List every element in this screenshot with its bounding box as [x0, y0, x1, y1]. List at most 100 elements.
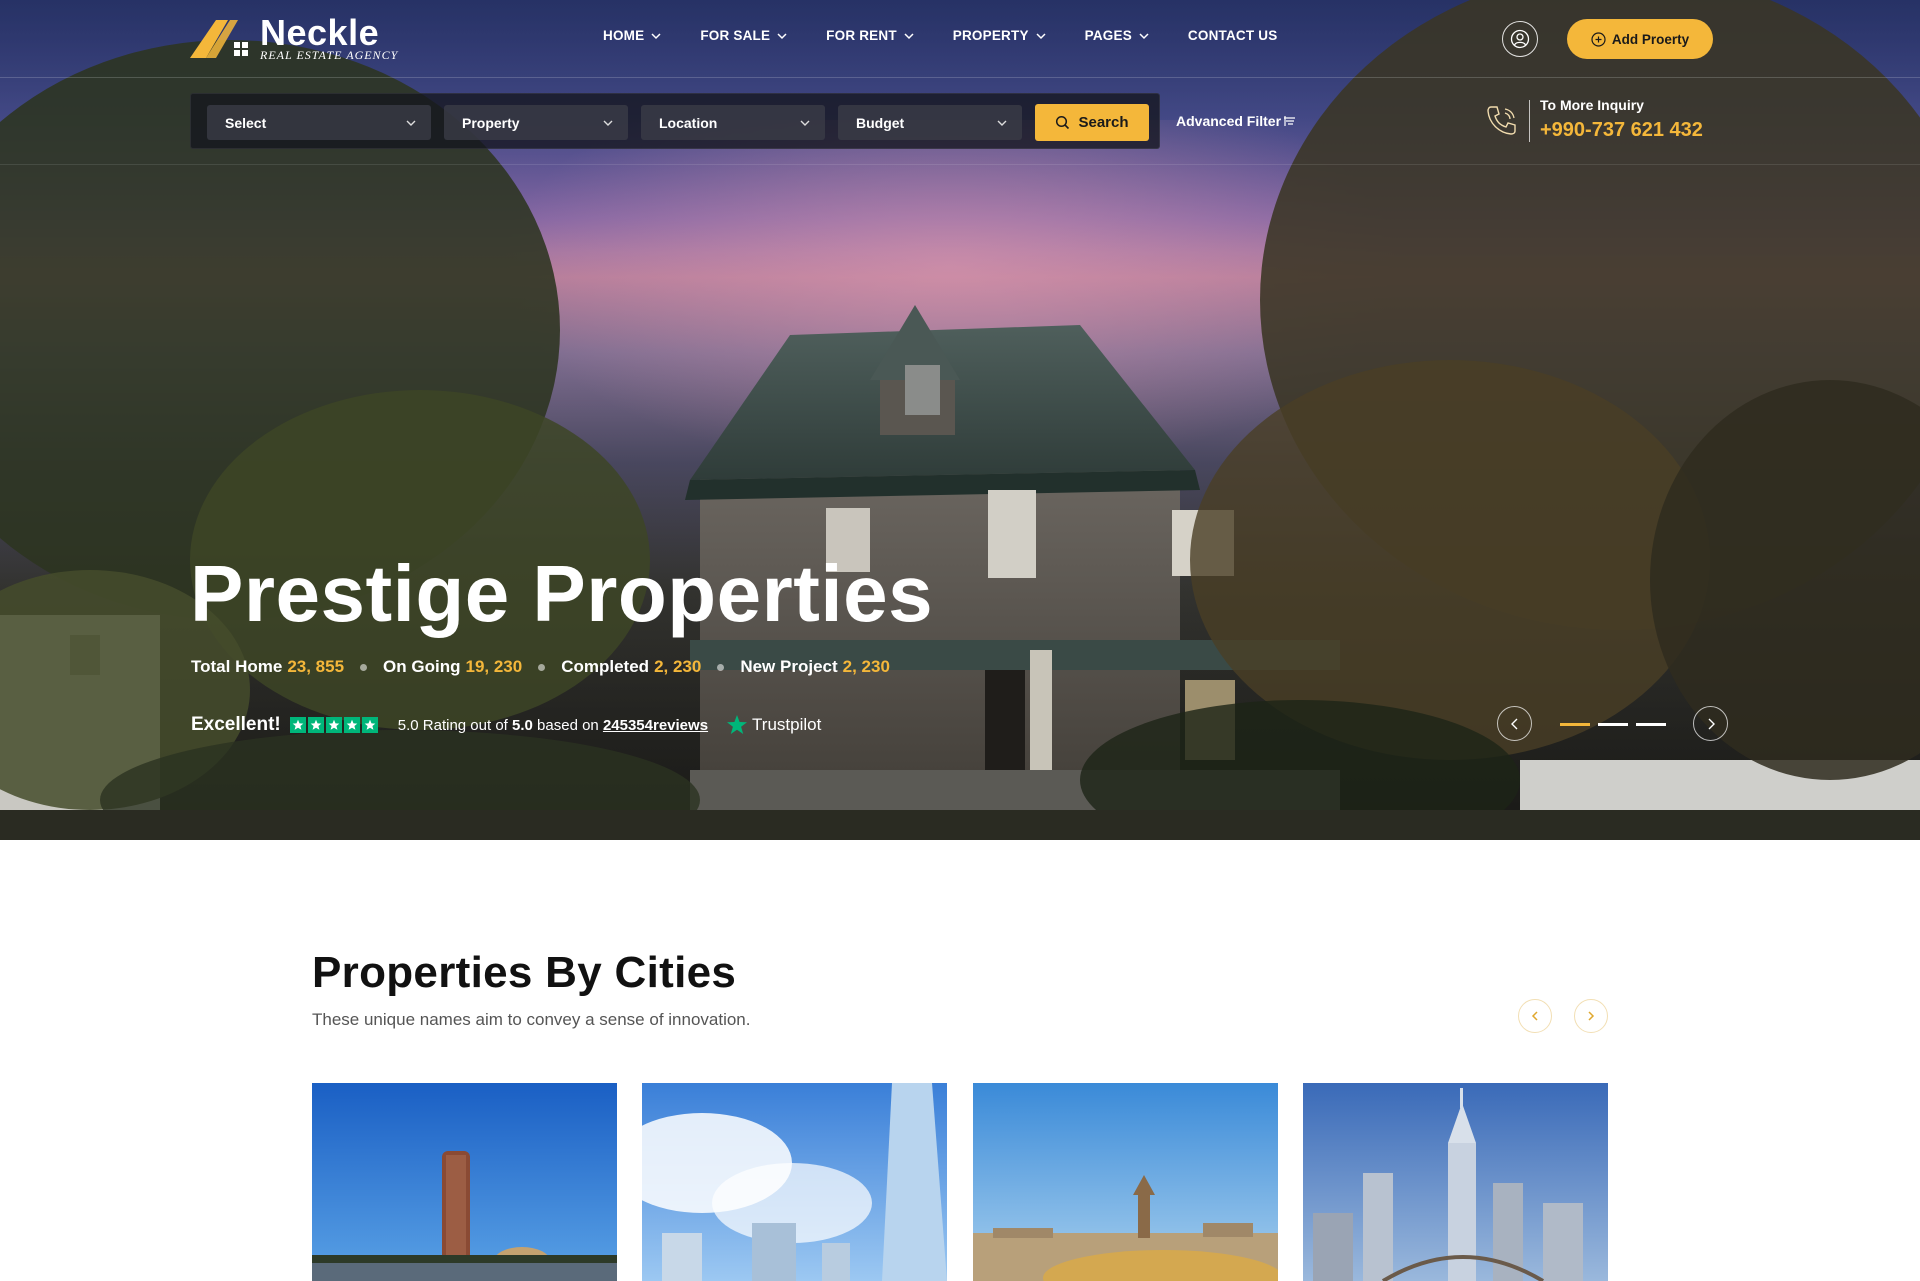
hero-divider — [0, 164, 1920, 165]
user-account-button[interactable] — [1502, 21, 1538, 57]
select-label: Location — [659, 114, 718, 131]
select-type-dropdown[interactable]: Select — [207, 105, 431, 140]
nav-item-label: HOME — [603, 28, 645, 43]
stat-label: Total Home — [191, 657, 283, 676]
star-icon — [325, 717, 342, 733]
site-header: Neckle REAL ESTATE AGENCY HOME FOR SALE … — [0, 0, 1920, 78]
hero-title: Prestige Properties — [190, 549, 934, 638]
search-button[interactable]: Search — [1035, 104, 1149, 141]
city-card[interactable] — [642, 1083, 947, 1281]
inquiry-label: To More Inquiry — [1540, 97, 1644, 113]
hero-stats: Total Home 23, 855 On Going 19, 230 Comp… — [191, 657, 890, 677]
stat-value: 23, 855 — [287, 657, 345, 676]
advanced-filter-label: Advanced Filter — [1176, 113, 1282, 129]
property-search-bar: Select Property Location Budget Search — [190, 93, 1160, 149]
chevron-down-icon — [406, 120, 416, 126]
plus-circle-icon — [1591, 31, 1606, 47]
stat-separator — [717, 663, 725, 671]
main-nav: HOME FOR SALE FOR RENT PROPERTY PAGES CO… — [603, 28, 1315, 43]
select-label: Property — [462, 114, 520, 131]
chevron-right-icon — [1588, 1011, 1595, 1021]
cities-next-button[interactable] — [1574, 999, 1608, 1033]
slider-indicator-1[interactable] — [1560, 723, 1590, 726]
star-icon — [289, 717, 306, 733]
select-label: Budget — [856, 114, 905, 131]
stat-separator — [360, 663, 368, 671]
nav-item-home[interactable]: HOME — [603, 28, 662, 43]
star-icon — [343, 717, 360, 733]
search-icon — [1056, 115, 1070, 130]
rating-text-prefix: 5.0 Rating out of — [397, 716, 513, 734]
nav-item-pages[interactable]: PAGES — [1085, 28, 1150, 43]
inquiry-divider — [1529, 100, 1530, 142]
stat-completed: Completed 2, 230 — [561, 657, 701, 677]
slider-indicator-3[interactable] — [1636, 723, 1666, 726]
stat-separator — [538, 663, 546, 671]
trustpilot-rating: Excellent! 5.0 Rating out of 5.0 based o… — [191, 714, 821, 736]
chevron-down-icon — [1036, 32, 1046, 39]
inquiry-phone-number[interactable]: +990-737 621 432 — [1540, 119, 1703, 142]
logo[interactable]: Neckle REAL ESTATE AGENCY — [190, 12, 410, 64]
nav-item-for-sale[interactable]: FOR SALE — [700, 28, 788, 43]
select-label: Select — [225, 114, 267, 131]
city-card[interactable] — [973, 1083, 1278, 1281]
stat-total-home: Total Home 23, 855 — [191, 657, 344, 677]
chevron-down-icon — [997, 120, 1007, 126]
rating-excellent-label: Excellent! — [191, 714, 281, 735]
cities-prev-button[interactable] — [1518, 999, 1552, 1033]
section-title: Properties By Cities — [312, 948, 737, 997]
property-dropdown[interactable]: Property — [444, 105, 628, 140]
slider-indicator-2[interactable] — [1598, 723, 1628, 726]
filter-icon — [1284, 116, 1296, 126]
city-image — [642, 1083, 947, 1281]
add-property-button[interactable]: Add Proerty — [1567, 19, 1713, 59]
rating-text-mid: based on — [532, 716, 603, 734]
stat-on-going: On Going 19, 230 — [383, 657, 522, 677]
reviews-link[interactable]: 245354reviews — [603, 717, 708, 734]
star-icon — [307, 717, 324, 733]
slider-prev-button[interactable] — [1497, 706, 1532, 741]
rating-stars — [289, 717, 378, 733]
nav-item-label: FOR SALE — [700, 28, 771, 43]
chevron-down-icon — [603, 120, 613, 126]
city-card[interactable] — [1303, 1083, 1608, 1281]
hero-slider-controls — [1497, 706, 1730, 742]
add-property-label: Add Proerty — [1611, 31, 1690, 47]
nav-item-label: CONTACT US — [1187, 28, 1278, 43]
chevron-left-icon — [1510, 718, 1517, 729]
slider-next-button[interactable] — [1693, 706, 1728, 741]
rating-max: 5.0 — [512, 716, 533, 734]
stat-label: Completed — [561, 657, 650, 676]
stat-value: 19, 230 — [465, 657, 523, 676]
chevron-left-icon — [1531, 1011, 1538, 1021]
search-button-label: Search — [1078, 114, 1129, 131]
logo-mark-icon — [190, 20, 248, 58]
nav-item-property[interactable]: PROPERTY — [953, 28, 1047, 43]
trustpilot-logo[interactable]: Trustpilot — [726, 714, 821, 736]
stat-new-project: New Project 2, 230 — [740, 657, 890, 677]
stat-label: New Project — [740, 657, 838, 676]
city-image — [312, 1083, 617, 1281]
chevron-down-icon — [800, 120, 810, 126]
budget-dropdown[interactable]: Budget — [838, 105, 1022, 140]
chevron-down-icon — [651, 32, 661, 39]
user-circle-icon — [1510, 29, 1530, 49]
nav-item-contact-us[interactable]: CONTACT US — [1188, 28, 1278, 43]
location-dropdown[interactable]: Location — [641, 105, 825, 140]
chevron-down-icon — [777, 32, 787, 39]
stat-value: 2, 230 — [842, 657, 890, 676]
chevron-right-icon — [1708, 718, 1715, 729]
city-image — [973, 1083, 1278, 1281]
trustpilot-star-icon — [727, 715, 748, 734]
star-icon — [361, 717, 378, 733]
city-card[interactable] — [312, 1083, 617, 1281]
stat-label: On Going — [383, 657, 461, 676]
advanced-filter-link[interactable]: Advanced Filter — [1176, 113, 1297, 129]
phone-icon — [1487, 106, 1516, 135]
stat-value: 2, 230 — [654, 657, 702, 676]
chevron-down-icon — [1139, 32, 1149, 39]
trustpilot-label: Trustpilot — [752, 715, 822, 734]
rating-text: 5.0 Rating out of 5.0 based on 245354rev… — [398, 717, 708, 734]
chevron-down-icon — [904, 32, 914, 39]
nav-item-for-rent[interactable]: FOR RENT — [826, 28, 915, 43]
